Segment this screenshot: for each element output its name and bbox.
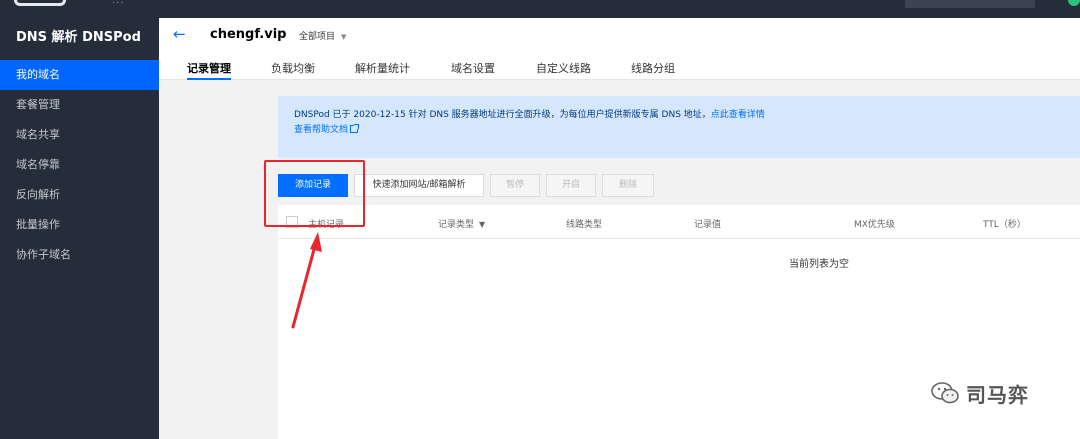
delete-button[interactable]: 删除 bbox=[602, 174, 654, 197]
annotation-highlight-box bbox=[264, 160, 365, 227]
column-mx: MX优先级 bbox=[854, 220, 895, 230]
help-doc-link[interactable]: 查看帮助文档 bbox=[294, 122, 360, 135]
column-type: 记录类型 bbox=[438, 220, 475, 230]
wechat-icon bbox=[931, 382, 959, 404]
help-doc-label: 查看帮助文档 bbox=[294, 125, 349, 135]
filter-icon[interactable]: ▼ bbox=[479, 220, 485, 229]
page-title: chengf.vip bbox=[210, 27, 287, 42]
watermark: 司马弈 bbox=[930, 378, 1029, 408]
sidebar-item-plans[interactable]: 套餐管理 bbox=[0, 90, 159, 120]
enable-button[interactable]: 开启 bbox=[546, 174, 596, 197]
back-arrow-icon[interactable]: ← bbox=[173, 25, 186, 43]
sidebar-item-domain-parking[interactable]: 域名停靠 bbox=[0, 150, 159, 180]
caret-down-icon: ▼ bbox=[341, 33, 347, 41]
table-header: 主机记录 记录类型 ▼ 线路类型 记录值 MX优先级 TTL（秒） bbox=[278, 205, 1080, 239]
page-header: ← chengf.vip 全部项目 ▼ 记录管理 负载均衡 解析量统计 域名设置 … bbox=[159, 18, 1080, 80]
sidebar-item-collab-subdomains[interactable]: 协作子域名 bbox=[0, 240, 159, 270]
tab-load-balance[interactable]: 负载均衡 bbox=[271, 60, 315, 80]
quick-add-button[interactable]: 快速添加网站/邮箱解析 bbox=[354, 174, 484, 197]
notice-text-line: DNSPod 已于 2020-12-15 针对 DNS 服务器地址进行全面升级，… bbox=[294, 107, 765, 120]
more-icon[interactable]: ··· bbox=[112, 0, 125, 9]
sidebar-item-domain-sharing[interactable]: 域名共享 bbox=[0, 120, 159, 150]
status-indicator-icon bbox=[1068, 0, 1080, 6]
pause-button[interactable]: 暂停 bbox=[490, 174, 540, 197]
tab-query-stats[interactable]: 解析量统计 bbox=[355, 60, 410, 80]
sidebar-item-my-domains[interactable]: 我的域名 bbox=[0, 60, 159, 90]
notice-text: DNSPod 已于 2020-12-15 针对 DNS 服务器地址进行全面升级，… bbox=[294, 110, 711, 120]
top-bar: ··· bbox=[0, 0, 1080, 18]
column-line: 线路类型 bbox=[566, 220, 603, 230]
empty-state: 当前列表为空 bbox=[789, 259, 849, 270]
project-select-value: 全部项目 bbox=[299, 32, 336, 42]
column-type-wrap: 记录类型 ▼ bbox=[438, 217, 485, 230]
watermark-text: 司马弈 bbox=[966, 382, 1029, 407]
sidebar: DNS 解析 DNSPod 我的域名 套餐管理 域名共享 域名停靠 反向解析 批… bbox=[0, 18, 159, 439]
annotation-arrow-icon bbox=[291, 232, 322, 329]
column-ttl: TTL（秒） bbox=[983, 220, 1026, 230]
tab-custom-lines[interactable]: 自定义线路 bbox=[536, 60, 591, 80]
tab-line-groups[interactable]: 线路分组 bbox=[631, 60, 675, 80]
sidebar-item-reverse-dns[interactable]: 反向解析 bbox=[0, 180, 159, 210]
sidebar-item-batch-ops[interactable]: 批量操作 bbox=[0, 210, 159, 240]
sidebar-brand: DNS 解析 DNSPod bbox=[16, 30, 141, 45]
tab-domain-settings[interactable]: 域名设置 bbox=[451, 60, 495, 80]
upgrade-notice: DNSPod 已于 2020-12-15 针对 DNS 服务器地址进行全面升级，… bbox=[278, 96, 1080, 158]
column-value: 记录值 bbox=[694, 220, 722, 230]
project-select[interactable]: 全部项目 ▼ bbox=[299, 29, 346, 42]
external-link-icon bbox=[350, 124, 360, 133]
tab-records[interactable]: 记录管理 bbox=[187, 60, 231, 80]
notice-details-link[interactable]: 点此查看详情 bbox=[711, 110, 765, 120]
search-input[interactable] bbox=[905, 0, 1035, 8]
cloud-logo-icon bbox=[14, 0, 66, 6]
